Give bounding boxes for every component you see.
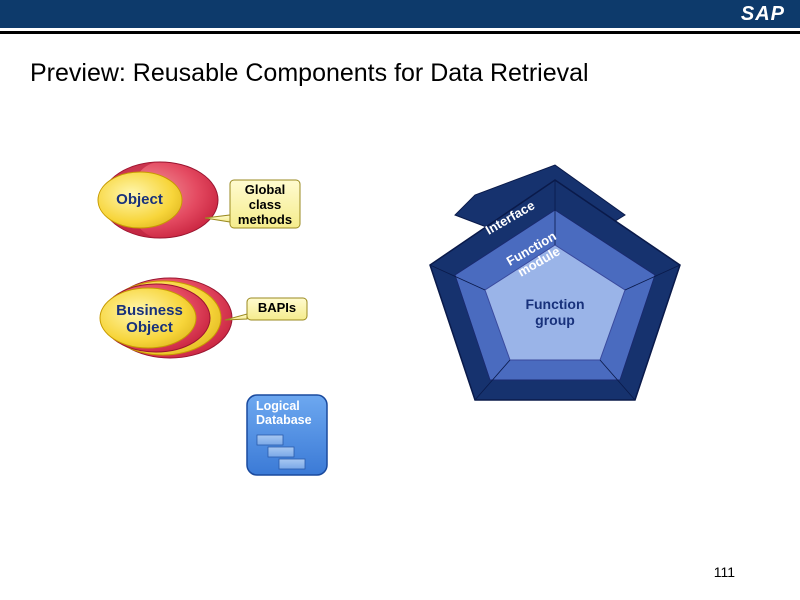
callout-bapis-label: BAPIs [250, 301, 304, 316]
object-label: Object [112, 191, 167, 208]
business-object-label: Business Object [112, 302, 187, 336]
page-number: 111 [714, 564, 735, 580]
function-group-label: Function group [520, 296, 590, 328]
callout-gcm-label: Global class methods [233, 183, 297, 228]
diagram-canvas [0, 0, 800, 600]
pentagon-shape [430, 165, 680, 400]
logical-database-label: Logical Database [256, 400, 326, 428]
